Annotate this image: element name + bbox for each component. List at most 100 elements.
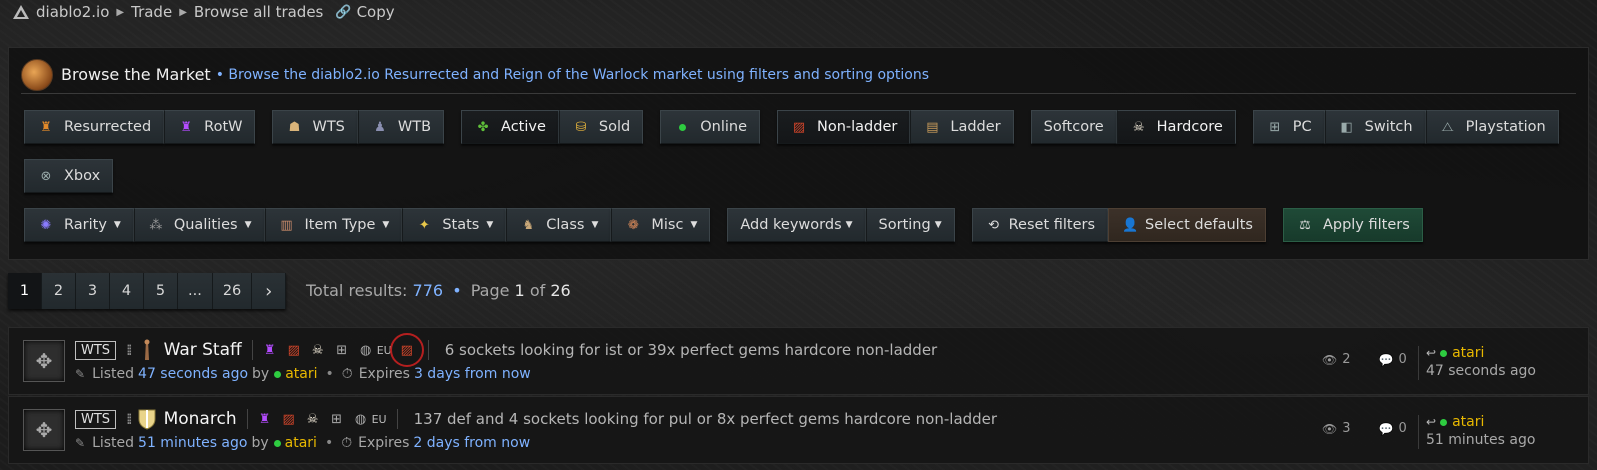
wtb-button[interactable]: ♟ WTB <box>357 110 445 144</box>
rotw-button[interactable]: ♜ RotW <box>164 110 256 144</box>
apply-group: ⚖ Apply filters <box>1282 208 1423 242</box>
comment-icon: 💬 <box>1378 352 1394 367</box>
expires-time: 3 days from now <box>413 366 531 382</box>
softcore-button[interactable]: Softcore <box>1030 110 1117 144</box>
xbox-button[interactable]: ⊗ Xbox <box>24 159 114 193</box>
last-reply-time: 51 minutes ago <box>1426 432 1536 448</box>
last-reply-user[interactable]: atari <box>1452 345 1484 361</box>
next-page-button[interactable]: › <box>252 273 287 309</box>
panel-subtitle: • Browse the diablo2.io Resurrected and … <box>215 66 930 83</box>
filter-row-3: ✺ Rarity ▼ ⁂ Qualities ▼ ▥ Item Type ▼ ✦… <box>24 208 1440 242</box>
last-reply-user[interactable]: atari <box>1452 414 1484 430</box>
listing-thumbnail[interactable]: ✥ <box>23 409 65 451</box>
page-ellipsis[interactable]: ... <box>178 273 213 309</box>
wtb-icon: ♟ <box>374 119 386 135</box>
class-icon: ♞ <box>522 217 535 233</box>
windows-icon: ⊞ <box>331 411 343 427</box>
platform-group: ⊞ PC ◧ Switch ⧍ Playstation <box>1252 110 1559 144</box>
item-type-icon: ▥ <box>280 217 293 233</box>
total-results: Total results: 776 • Page 1 of 26 <box>306 281 571 300</box>
online-dot-icon <box>1440 350 1448 357</box>
rotw-icon: ♜ <box>263 342 276 358</box>
rotw-icon: ♜ <box>258 411 271 427</box>
switch-button[interactable]: ◧ Switch <box>1324 110 1426 144</box>
select-defaults-button[interactable]: 👤 Select defaults <box>1108 208 1266 242</box>
rarity-icon: ✺ <box>40 217 52 233</box>
seller-avatar-icon[interactable]: ▨ <box>389 333 424 367</box>
resurrected-button[interactable]: ♜ Resurrected <box>24 110 165 144</box>
misc-icon: ❁ <box>627 217 639 233</box>
listing-row[interactable]: ✥ WTS ⁞⁞ War Staff ♜ ▨ ☠ ⊞ ◍ EU ▨ 6 sock… <box>8 327 1589 395</box>
pc-button[interactable]: ⊞ PC <box>1252 110 1325 144</box>
globe-icon: ◍ <box>360 342 372 358</box>
listing-thumbnail[interactable]: ✥ <box>23 340 65 382</box>
stopwatch-icon: ⏱ <box>341 366 353 382</box>
wts-button[interactable]: ☗ WTS <box>272 110 358 144</box>
copy-link[interactable]: Copy <box>357 3 395 21</box>
active-button[interactable]: ✤ Active <box>461 110 559 144</box>
listing-description[interactable]: 137 def and 4 sockets looking for pul or… <box>414 410 997 428</box>
last-reply: ↩ atari 51 minutes ago <box>1426 413 1535 449</box>
seller-username[interactable]: atari <box>285 366 317 382</box>
playstation-button[interactable]: ⧍ Playstation <box>1425 110 1559 144</box>
listing-stats: 👁 2 💬 0 <box>1322 352 1407 367</box>
filter-row-2: ⊗ Xbox <box>24 159 130 193</box>
wts-icon: ☗ <box>288 119 301 135</box>
online-dot-icon <box>273 439 281 447</box>
item-name[interactable]: War Staff <box>164 340 242 360</box>
seller-username[interactable]: atari <box>285 435 317 451</box>
caret-down-icon: ▼ <box>244 220 252 230</box>
add-keywords-dropdown[interactable]: Add keywords ▼ <box>727 208 866 242</box>
undo-icon: ⟲ <box>988 217 1000 233</box>
sold-button[interactable]: ⛁ Sold <box>558 110 644 144</box>
caret-down-icon: ▼ <box>113 220 121 230</box>
stats-dropdown[interactable]: ✦ Stats ▼ <box>402 208 507 242</box>
sorting-dropdown[interactable]: Sorting ▼ <box>865 208 955 242</box>
reset-filters-button[interactable]: ⟲ Reset filters <box>971 208 1109 242</box>
caret-down-icon: ▼ <box>934 220 942 230</box>
listing-description[interactable]: 6 sockets looking for ist or 39x perfect… <box>445 341 938 359</box>
apply-filters-button[interactable]: ⚖ Apply filters <box>1282 208 1423 242</box>
page-4[interactable]: 4 <box>110 273 144 309</box>
listed-time[interactable]: 47 seconds ago <box>138 366 248 382</box>
misc-dropdown[interactable]: ❁ Misc ▼ <box>611 208 711 242</box>
game-version-group: ♜ Resurrected ♜ RotW <box>24 110 256 144</box>
nonladder-button[interactable]: ▨ Non-ladder <box>777 110 911 144</box>
sockets-icon: ⁞⁞ <box>126 410 132 428</box>
breadcrumb-trade[interactable]: Trade <box>131 3 172 21</box>
monarch-shield-icon <box>136 408 158 430</box>
rarity-dropdown[interactable]: ✺ Rarity ▼ <box>24 208 134 242</box>
online-button[interactable]: Online <box>660 110 760 144</box>
breadcrumb-browse[interactable]: Browse all trades <box>194 3 324 21</box>
listed-time[interactable]: 51 minutes ago <box>138 435 247 451</box>
xbox-group: ⊗ Xbox <box>24 159 114 193</box>
page-2[interactable]: 2 <box>42 273 76 309</box>
page-1[interactable]: 1 <box>8 273 42 309</box>
hardcore-button[interactable]: ☠ Hardcore <box>1116 110 1236 144</box>
online-dot-icon <box>673 118 691 136</box>
move-icon: ✥ <box>35 418 53 442</box>
dropdown-group: ✺ Rarity ▼ ⁂ Qualities ▼ ▥ Item Type ▼ ✦… <box>24 208 711 242</box>
breadcrumb-site[interactable]: diablo2.io <box>36 3 109 21</box>
qualities-dropdown[interactable]: ⁂ Qualities ▼ <box>133 208 265 242</box>
listing-row[interactable]: ✥ WTS ⁞⁞ Monarch ♜ ▨ ☠ ⊞ ◍ EU 137 def an… <box>8 396 1589 464</box>
status-group: ✤ Active ⛁ Sold <box>461 110 644 144</box>
last-reply: ↩ atari 47 seconds ago <box>1426 344 1536 380</box>
filter-panel: Browse the Market • Browse the diablo2.i… <box>8 47 1589 260</box>
ladder-icon: ▤ <box>926 119 939 135</box>
class-dropdown[interactable]: ♞ Class ▼ <box>506 208 612 242</box>
item-type-dropdown[interactable]: ▥ Item Type ▼ <box>264 208 403 242</box>
item-name[interactable]: Monarch <box>164 409 237 429</box>
skull-icon: ☠ <box>306 411 319 427</box>
war-staff-icon <box>136 339 158 361</box>
panel-header: Browse the Market • Browse the diablo2.i… <box>21 56 1576 94</box>
leaf-icon: ✤ <box>477 119 489 135</box>
listing-stats: 👁 3 💬 0 <box>1322 421 1407 436</box>
page-5[interactable]: 5 <box>144 273 178 309</box>
page-3[interactable]: 3 <box>76 273 110 309</box>
ladder-button[interactable]: ▤ Ladder <box>910 110 1014 144</box>
skull-icon: ☠ <box>311 342 324 358</box>
region-label: EU <box>371 412 387 426</box>
page-26[interactable]: 26 <box>212 273 253 309</box>
diablo-logo-icon <box>13 5 29 19</box>
